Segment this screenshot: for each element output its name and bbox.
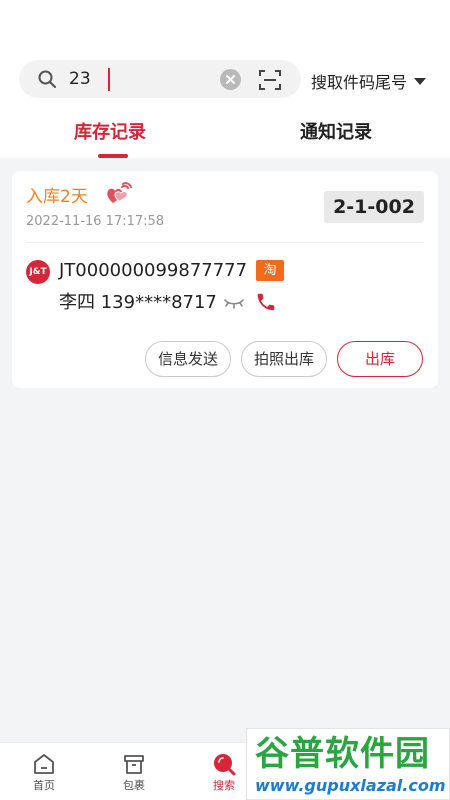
caret-down-icon bbox=[414, 77, 427, 85]
tab-notification-records[interactable]: 通知记录 bbox=[300, 120, 372, 146]
top-panel: 23 搜取件码尾号 库存记录 通知记录 bbox=[0, 0, 450, 158]
nav-item-parcel[interactable]: 包裹 bbox=[99, 743, 169, 800]
home-icon bbox=[32, 752, 56, 776]
shelf-code: 2-1-002 bbox=[324, 191, 424, 223]
search-bar[interactable]: 23 bbox=[19, 60, 301, 98]
platform-badge: 淘 bbox=[256, 260, 284, 281]
carrier-logo: J&T bbox=[26, 260, 50, 284]
hearts-icon bbox=[104, 181, 132, 209]
send-info-button[interactable]: 信息发送 bbox=[145, 341, 231, 377]
phone-icon[interactable] bbox=[255, 291, 277, 313]
stock-in-time: 2022-11-16 17:17:58 bbox=[26, 214, 165, 229]
parcel-box-icon bbox=[122, 752, 146, 776]
inventory-record-card[interactable]: 入库2天 2022-11-16 17:17:58 2-1-002 J&T JT0… bbox=[12, 171, 438, 388]
tracking-number: JT000000099877777 bbox=[59, 260, 248, 281]
divider bbox=[26, 242, 424, 243]
search-mode-label: 搜取件码尾号 bbox=[311, 73, 408, 92]
photo-checkout-button[interactable]: 拍照出库 bbox=[241, 341, 327, 377]
nav-label: 首页 bbox=[33, 779, 55, 792]
nav-item-home[interactable]: 首页 bbox=[9, 743, 79, 800]
search-icon bbox=[212, 752, 236, 776]
watermark-url: www.gupuxlazal.com bbox=[255, 776, 446, 795]
watermark: 谷普软件园 www.gupuxlazal.com bbox=[246, 728, 450, 800]
checkout-button[interactable]: 出库 bbox=[337, 341, 423, 377]
clear-icon[interactable] bbox=[220, 69, 241, 90]
search-input[interactable]: 23 bbox=[69, 69, 91, 89]
eye-closed-icon[interactable] bbox=[223, 293, 245, 311]
active-tab-indicator bbox=[98, 154, 128, 158]
nav-label: 包裹 bbox=[123, 779, 145, 792]
stock-status: 入库2天 bbox=[26, 187, 88, 207]
search-icon bbox=[37, 69, 57, 89]
search-mode-select[interactable]: 搜取件码尾号 bbox=[311, 70, 427, 92]
text-cursor bbox=[108, 68, 110, 91]
tab-inventory-records[interactable]: 库存记录 bbox=[74, 120, 146, 146]
recipient-info: 李四 139****8717 bbox=[59, 292, 217, 313]
scan-icon[interactable] bbox=[258, 68, 282, 92]
watermark-title: 谷普软件园 bbox=[255, 734, 430, 774]
